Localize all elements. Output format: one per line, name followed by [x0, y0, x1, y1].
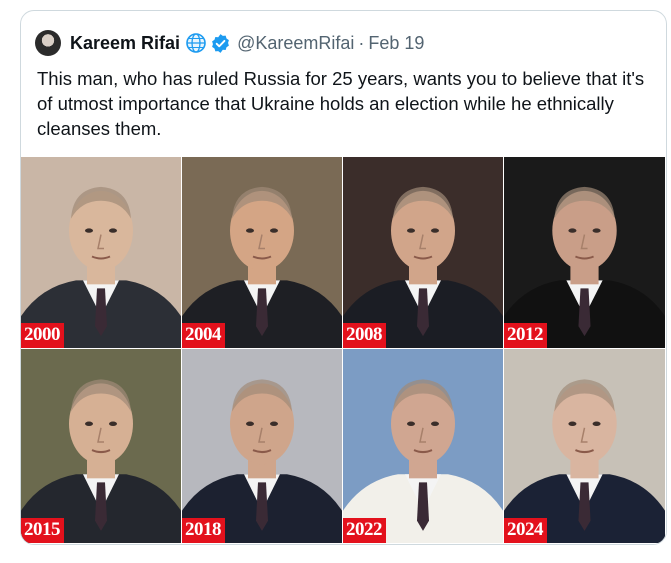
year-label: 2024 — [504, 518, 547, 543]
portrait-image — [504, 157, 665, 348]
portrait-image — [343, 349, 503, 543]
tweet-card[interactable]: Kareem Rifai @KareemRifai · Feb 19 This … — [20, 10, 667, 545]
photo-2004[interactable]: 2004 — [182, 157, 343, 349]
portrait-image — [182, 349, 342, 543]
photo-2015[interactable]: 2015 — [21, 349, 182, 544]
portrait-image — [343, 157, 503, 348]
year-label: 2022 — [343, 518, 386, 543]
year-label: 2000 — [21, 323, 64, 348]
author-handle[interactable]: @KareemRifai — [237, 33, 354, 54]
year-label: 2018 — [182, 518, 225, 543]
verified-badge-icon[interactable] — [210, 33, 231, 54]
portrait-image — [21, 349, 181, 543]
year-label: 2012 — [504, 323, 547, 348]
photo-2018[interactable]: 2018 — [182, 349, 343, 544]
separator-dot: · — [358, 32, 365, 53]
tweet-header: Kareem Rifai @KareemRifai · Feb 19 — [35, 29, 424, 57]
photo-grid[interactable]: 2000 2004 2008 2012 2015 2018 2022 2024 — [21, 157, 666, 544]
year-label: 2008 — [343, 323, 386, 348]
photo-2008[interactable]: 2008 — [343, 157, 504, 349]
year-label: 2004 — [182, 323, 225, 348]
tweet-date[interactable]: Feb 19 — [368, 33, 424, 54]
tweet-text: This man, who has ruled Russia for 25 ye… — [37, 68, 645, 139]
photo-2022[interactable]: 2022 — [343, 349, 504, 544]
portrait-image — [182, 157, 342, 348]
globe-icon — [185, 32, 207, 54]
photo-2024[interactable]: 2024 — [504, 349, 666, 544]
portrait-image — [504, 349, 665, 543]
author-name[interactable]: Kareem Rifai — [70, 33, 180, 54]
year-label: 2015 — [21, 518, 64, 543]
profile-avatar[interactable] — [35, 30, 61, 56]
portrait-image — [21, 157, 181, 348]
photo-2012[interactable]: 2012 — [504, 157, 666, 349]
photo-2000[interactable]: 2000 — [21, 157, 182, 349]
